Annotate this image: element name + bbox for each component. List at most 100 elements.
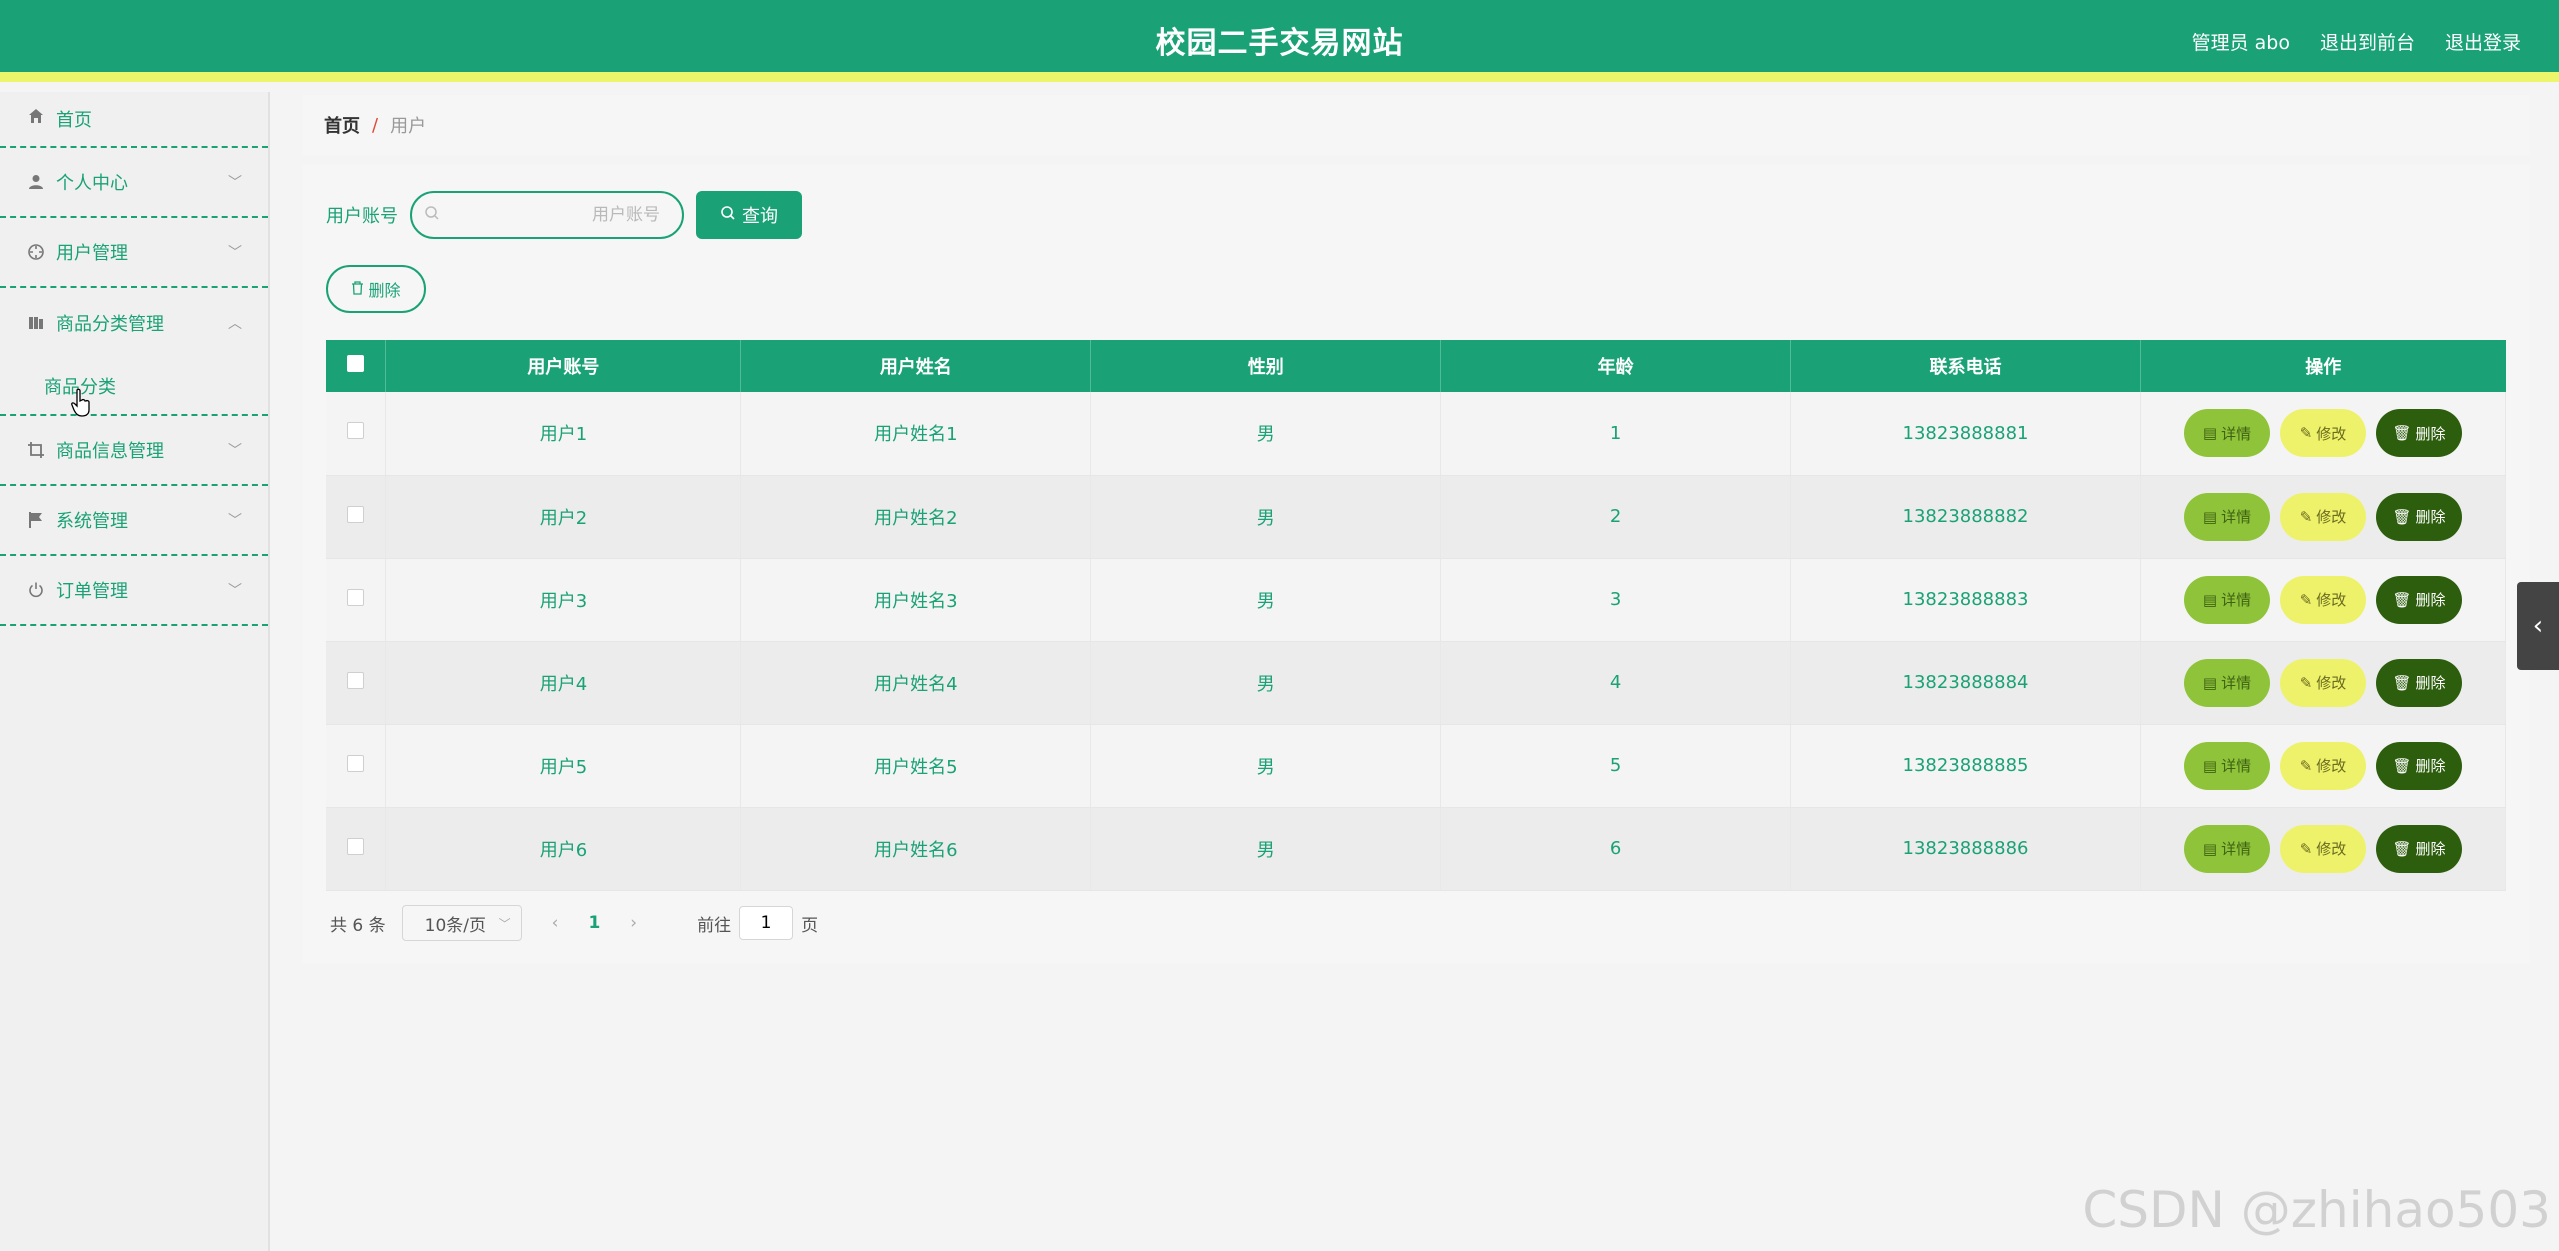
batch-delete-button[interactable]: 删除 — [326, 265, 426, 313]
cell-age: 3 — [1440, 558, 1792, 642]
chevron-up-icon: ︿ — [228, 316, 242, 332]
goto-page-input[interactable] — [739, 906, 794, 940]
detail-button[interactable]: ▤ 详情 — [2183, 658, 2270, 707]
cell-phone: 13823888885 — [1790, 724, 2141, 808]
select-all-checkbox[interactable] — [347, 355, 365, 372]
back-to-front-link[interactable]: 退出到前台 — [2320, 28, 2415, 55]
detail-button[interactable]: ▤ 详情 — [2183, 575, 2270, 624]
table-header-row: 用户账号 用户姓名 性别 年龄 联系电话 操作 — [326, 340, 2506, 392]
books-icon — [26, 313, 46, 333]
sidebar-item-personal-center[interactable]: 个人中心 ﹀ — [0, 148, 268, 218]
delete-label: 删除 — [2415, 757, 2446, 775]
detail-button[interactable]: ▤ 详情 — [2183, 824, 2270, 873]
detail-button[interactable]: ▤ 详情 — [2183, 409, 2270, 458]
edit-button[interactable]: ✎ 修改 — [2279, 658, 2366, 707]
next-page-icon[interactable]: › — [630, 913, 637, 933]
cell-age: 1 — [1440, 392, 1792, 476]
edit-label: 修改 — [2316, 591, 2347, 609]
cell-gender: 男 — [1090, 641, 1442, 725]
table-row: 用户6 用户姓名6 男 6 13823888886 ▤ 详情 ✎ 修改 🗑 删除 — [326, 807, 2507, 891]
edit-button[interactable]: ✎ 修改 — [2279, 824, 2366, 873]
row-checkbox[interactable] — [347, 837, 365, 855]
cell-account: 用户6 — [385, 807, 742, 891]
pencil-icon: ✎ — [2299, 673, 2313, 692]
sidebar-item-order-management[interactable]: 订单管理 ﹀ — [0, 556, 268, 626]
sidebar-item-label: 用户管理 — [56, 243, 128, 264]
top-header: 校园二手交易网站 管理员 abo 退出到前台 退出登录 — [0, 0, 2559, 82]
current-page[interactable]: 1 — [588, 913, 600, 933]
detail-button[interactable]: ▤ 详情 — [2183, 741, 2270, 790]
column-header[interactable]: 用户姓名 — [740, 340, 1092, 392]
row-checkbox[interactable] — [347, 671, 365, 689]
page-size-select[interactable]: 10条/页 ﹀ — [401, 905, 522, 941]
pencil-icon: ✎ — [2299, 756, 2313, 775]
edit-button[interactable]: ✎ 修改 — [2279, 409, 2366, 458]
row-checkbox[interactable] — [347, 505, 365, 523]
delete-button[interactable]: 🗑 删除 — [2375, 824, 2462, 873]
sidebar-item-category-management[interactable]: 商品分类管理 ︿ — [0, 288, 268, 358]
cell-gender: 男 — [1090, 475, 1442, 559]
cell-name: 用户姓名5 — [740, 724, 1092, 808]
cell-age: 2 — [1440, 475, 1792, 559]
query-button[interactable]: 查询 — [696, 191, 802, 239]
delete-label: 删除 — [2415, 840, 2446, 858]
goto-prefix: 前往 — [697, 915, 732, 936]
search-row: 用户账号 查询 — [326, 191, 802, 239]
logout-link[interactable]: 退出登录 — [2445, 28, 2521, 55]
sidebar-item-home[interactable]: 首页 — [0, 92, 268, 148]
pencil-icon: ✎ — [2299, 839, 2313, 858]
cell-actions: ▤ 详情 ✎ 修改 🗑 删除 — [2140, 807, 2507, 891]
sidebar-item-label: 首页 — [56, 110, 92, 131]
column-header[interactable]: 用户账号 — [385, 340, 742, 392]
sidebar-item-system-management[interactable]: 系统管理 ﹀ — [0, 486, 268, 556]
document-icon: ▤ — [2202, 507, 2218, 526]
document-icon: ▤ — [2202, 590, 2218, 609]
delete-button[interactable]: 🗑 删除 — [2375, 492, 2462, 541]
flag-icon — [26, 510, 46, 530]
select-all-cell — [326, 340, 387, 392]
column-header: 操作 — [2140, 340, 2506, 392]
pagination: 共 6 条 10条/页 ﹀ ‹ 1 › 前往 页 — [330, 905, 818, 941]
watermark: CSDN @zhihao503 — [2082, 1181, 2551, 1239]
column-header[interactable]: 性别 — [1090, 340, 1442, 392]
detail-button[interactable]: ▤ 详情 — [2183, 492, 2270, 541]
cell-actions: ▤ 详情 ✎ 修改 🗑 删除 — [2140, 641, 2507, 725]
batch-delete-label: 删除 — [368, 281, 401, 300]
delete-button[interactable]: 🗑 删除 — [2375, 658, 2462, 707]
trash-icon — [351, 280, 364, 299]
row-checkbox[interactable] — [347, 588, 365, 606]
sidebar-item-user-management[interactable]: 用户管理 ﹀ — [0, 218, 268, 288]
delete-button[interactable]: 🗑 删除 — [2375, 575, 2462, 624]
row-select-cell — [326, 724, 387, 808]
sidebar-subitem-category[interactable]: 商品分类 — [0, 358, 268, 417]
collapse-toggle[interactable]: ‹ — [2517, 582, 2559, 670]
table-row: 用户4 用户姓名4 男 4 13823888884 ▤ 详情 ✎ 修改 🗑 删除 — [326, 641, 2507, 725]
cell-account: 用户4 — [385, 641, 742, 725]
row-select-cell — [326, 475, 387, 559]
delete-button[interactable]: 🗑 删除 — [2375, 409, 2462, 458]
sidebar-item-goods-management[interactable]: 商品信息管理 ﹀ — [0, 416, 268, 486]
row-checkbox[interactable] — [347, 422, 365, 440]
row-select-cell — [326, 558, 387, 642]
search-box — [410, 191, 684, 239]
table-row: 用户2 用户姓名2 男 2 13823888882 ▤ 详情 ✎ 修改 🗑 删除 — [326, 475, 2507, 559]
detail-label: 详情 — [2221, 508, 2252, 526]
breadcrumb-home[interactable]: 首页 — [324, 112, 360, 138]
row-actions: ▤ 详情 ✎ 修改 🗑 删除 — [2141, 492, 2505, 541]
table-row: 用户3 用户姓名3 男 3 13823888883 ▤ 详情 ✎ 修改 🗑 删除 — [326, 558, 2507, 642]
cell-account: 用户3 — [385, 558, 742, 642]
cell-account: 用户5 — [385, 724, 742, 808]
search-input[interactable] — [440, 205, 660, 225]
breadcrumb-separator: / — [372, 114, 379, 136]
prev-page-icon[interactable]: ‹ — [552, 913, 559, 933]
edit-button[interactable]: ✎ 修改 — [2279, 492, 2366, 541]
cell-account: 用户1 — [385, 392, 742, 476]
edit-button[interactable]: ✎ 修改 — [2279, 741, 2366, 790]
column-header[interactable]: 年龄 — [1440, 340, 1792, 392]
pencil-icon: ✎ — [2299, 507, 2313, 526]
delete-button[interactable]: 🗑 删除 — [2375, 741, 2462, 790]
row-checkbox[interactable] — [347, 754, 365, 772]
column-header[interactable]: 联系电话 — [1790, 340, 2141, 392]
row-actions: ▤ 详情 ✎ 修改 🗑 删除 — [2141, 575, 2505, 624]
edit-button[interactable]: ✎ 修改 — [2279, 575, 2366, 624]
